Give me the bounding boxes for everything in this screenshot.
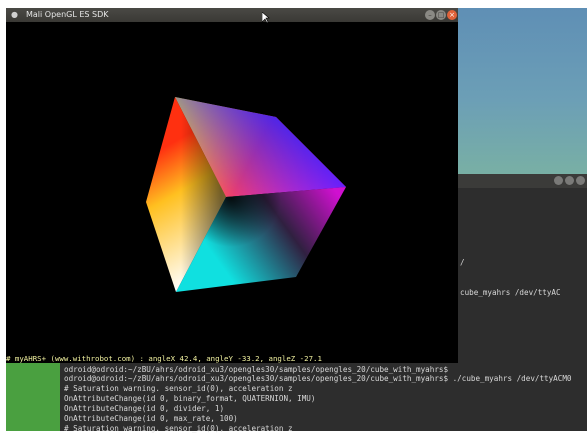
mouse-cursor-icon <box>262 12 270 24</box>
window-titlebar[interactable]: ● Mali OpenGL ES SDK – □ × <box>6 8 458 22</box>
terminal-fragment: / <box>460 258 465 267</box>
terminal-output[interactable]: odroid@odroid:~/zBU/ahrs/odroid_xu3/open… <box>60 363 571 433</box>
terminal-fragment: cube_myahrs /dev/ttyAC <box>460 288 561 297</box>
opengl-window[interactable]: ● Mali OpenGL ES SDK – □ × # myAHRS+ (ww… <box>6 8 458 363</box>
window-title: Mali OpenGL ES SDK <box>26 10 109 19</box>
terminal-line: # Saturation warning. sensor_id(0), acce… <box>64 384 293 393</box>
background-terminal-titlebar[interactable] <box>458 174 587 188</box>
close-icon: × <box>449 10 455 19</box>
minimize-icon: – <box>428 10 432 19</box>
terminal-line: # Saturation warning. sensor_id(0), acce… <box>64 424 293 433</box>
close-icon[interactable] <box>576 176 585 185</box>
app-icon: ● <box>11 10 18 19</box>
terminal-line: OnAttributeChange(id 0, binary_format, Q… <box>64 394 316 403</box>
terminal-line: odroid@odroid:~/zBU/ahrs/odroid_xu3/open… <box>64 374 572 383</box>
maximize-button[interactable]: □ <box>436 10 446 20</box>
terminal-line: odroid@odroid:~/zBU/ahrs/odroid_xu3/open… <box>64 365 449 374</box>
background-terminal-buttons <box>554 176 585 185</box>
launcher-panel <box>6 363 60 431</box>
terminal-line: OnAttributeChange(id 0, max_rate, 100) <box>64 414 238 423</box>
maximize-icon: □ <box>437 10 445 19</box>
minimize-button[interactable]: – <box>425 10 435 20</box>
desktop-wallpaper <box>458 8 587 176</box>
terminal-line: OnAttributeChange(id 0, divider, 1) <box>64 404 225 413</box>
close-button[interactable]: × <box>447 10 457 20</box>
cube-render <box>146 97 346 292</box>
minimize-icon[interactable] <box>554 176 563 185</box>
ahrs-status-line: # myAHRS+ (www.withrobot.com) : angleX 4… <box>6 354 322 363</box>
render-canvas[interactable] <box>6 22 458 355</box>
background-terminal-window[interactable]: / cube_myahrs /dev/ttyAC <box>458 174 587 431</box>
maximize-icon[interactable] <box>565 176 574 185</box>
